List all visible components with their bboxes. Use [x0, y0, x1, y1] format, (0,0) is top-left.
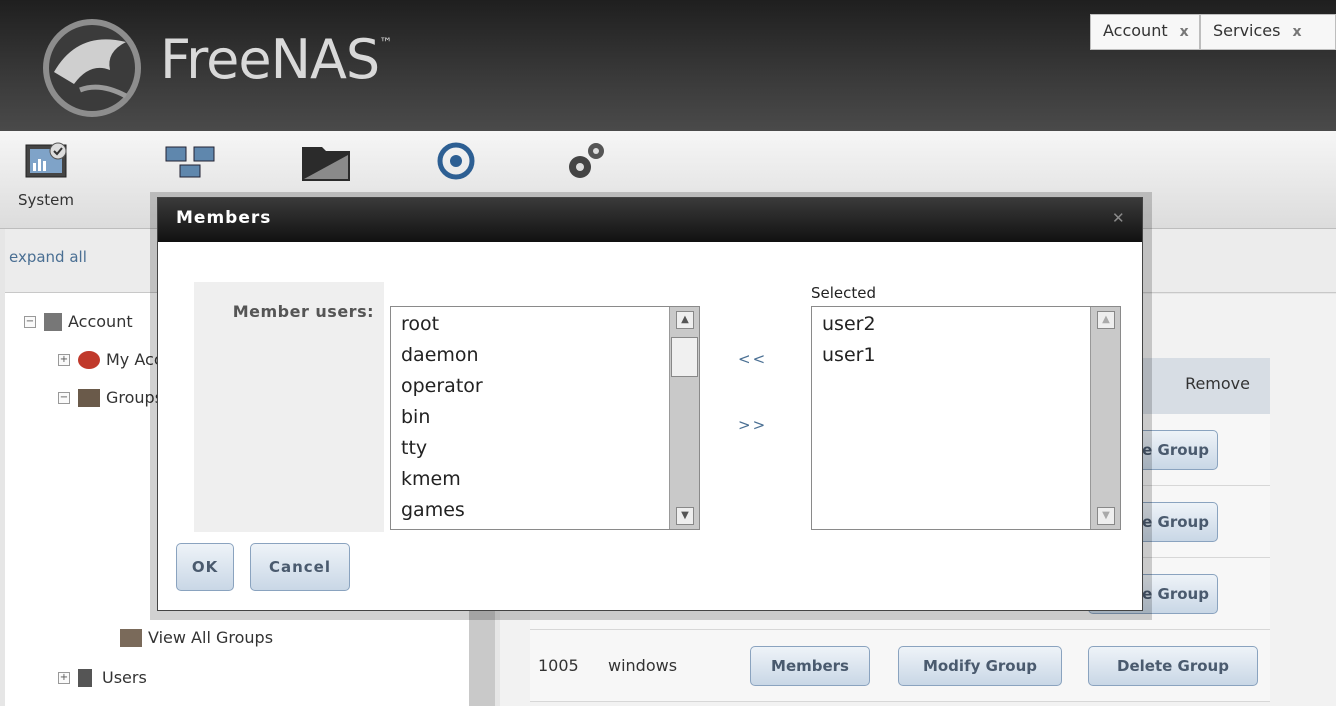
freebsd-daemon-icon	[78, 350, 100, 369]
tab-label-account: Account	[1103, 21, 1168, 40]
toolbar-item-storage[interactable]	[298, 139, 354, 187]
available-users-list[interactable]: root daemon operator bin tty kmem games …	[390, 306, 700, 530]
tab-label-services: Services	[1213, 21, 1281, 40]
user-icon	[78, 668, 92, 687]
collapse-icon[interactable]: −	[58, 391, 70, 404]
ok-button[interactable]: OK	[176, 543, 234, 591]
toolbar-item-system[interactable]: System	[18, 139, 74, 209]
members-button[interactable]: Members	[750, 646, 870, 686]
group-id: 1005	[538, 656, 579, 675]
move-left-button[interactable]: <<	[738, 350, 767, 368]
tree-label-users: Users	[102, 668, 147, 687]
move-right-button[interactable]: >>	[738, 416, 767, 434]
member-users-label: Member users:	[232, 302, 374, 321]
scroll-thumb[interactable]	[671, 337, 698, 377]
selected-label: Selected	[811, 284, 877, 302]
storage-icon	[302, 147, 350, 181]
dialog-title: Members	[176, 208, 272, 228]
brand-title: FreeNAS™	[160, 28, 392, 91]
toolbar-item-network[interactable]	[160, 139, 220, 187]
selected-users-list[interactable]: user2 user1 ▲ ▼	[811, 306, 1121, 530]
selected-list-scrollbar[interactable]: ▲ ▼	[1090, 307, 1120, 529]
member-users-label-cell: Member users:	[194, 282, 384, 532]
scroll-down-icon[interactable]: ▼	[1097, 507, 1115, 525]
list-item[interactable]: daemon	[391, 340, 699, 371]
header-remove: Remove	[1185, 374, 1250, 393]
sharing-icon	[437, 142, 475, 180]
expand-all-link[interactable]: expand all	[9, 248, 87, 266]
group-name: windows	[608, 656, 678, 675]
tree-item-groups[interactable]: − Groups	[58, 388, 163, 407]
tree-label-view-all-groups: View All Groups	[148, 628, 274, 647]
toolbar-item-services[interactable]	[562, 139, 610, 187]
list-item[interactable]: tty	[391, 433, 699, 464]
tree-item-view-all-groups[interactable]: View All Groups	[120, 628, 273, 647]
modify-group-button[interactable]: Modify Group	[898, 646, 1062, 686]
scroll-down-icon[interactable]: ▼	[676, 507, 694, 525]
expand-icon[interactable]: +	[58, 671, 70, 684]
toolbar-item-sharing[interactable]	[432, 139, 480, 187]
system-monitor-icon	[25, 142, 67, 178]
dialog-title-bar: Members ✕	[158, 198, 1142, 242]
tree-label-account: Account	[68, 312, 133, 331]
tab-account[interactable]: Account x	[1090, 14, 1200, 50]
scroll-up-icon[interactable]: ▲	[676, 311, 694, 329]
list-item[interactable]: games	[391, 495, 699, 526]
tree-item-users[interactable]: + Users	[58, 668, 147, 687]
list-item[interactable]: bin	[391, 402, 699, 433]
tree-item-account[interactable]: − Account	[24, 312, 133, 331]
network-icon	[165, 146, 215, 178]
tab-close-icon[interactable]: x	[1180, 24, 1189, 40]
list-item[interactable]: user2	[812, 309, 1120, 340]
account-icon	[44, 312, 62, 331]
expand-icon[interactable]: +	[58, 353, 70, 366]
tab-services[interactable]: Services x	[1200, 14, 1336, 50]
cancel-button[interactable]: Cancel	[250, 543, 350, 591]
groups-icon	[78, 388, 100, 407]
collapse-icon[interactable]: −	[24, 315, 36, 328]
members-dialog: Members ✕ Member users: root daemon oper…	[157, 197, 1143, 611]
list-item[interactable]: user1	[812, 340, 1120, 371]
list-item[interactable]: kmem	[391, 464, 699, 495]
delete-group-button[interactable]: Delete Group	[1088, 646, 1258, 686]
close-icon[interactable]: ✕	[1112, 210, 1128, 226]
toolbar-label-system: System	[18, 191, 74, 209]
scroll-up-icon[interactable]: ▲	[1097, 311, 1115, 329]
freenas-shark-logo-icon	[43, 19, 141, 117]
list-item[interactable]: operator	[391, 371, 699, 402]
available-list-scrollbar[interactable]: ▲ ▼	[669, 307, 699, 529]
list-item[interactable]: root	[391, 309, 699, 340]
tab-close-icon[interactable]: x	[1292, 24, 1301, 40]
services-gears-icon	[569, 143, 604, 178]
table-row: 1005 windows Members Modify Group Delete…	[530, 630, 1270, 702]
view-groups-icon	[120, 628, 142, 647]
